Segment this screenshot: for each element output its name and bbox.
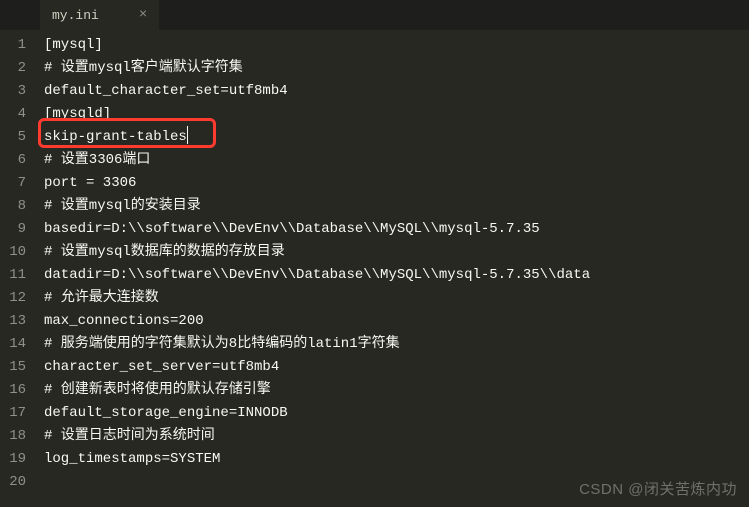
line-number: 11 xyxy=(4,264,26,287)
code-line[interactable]: # 设置mysql的安装目录 xyxy=(44,195,741,218)
code-line[interactable]: # 允许最大连接数 xyxy=(44,287,741,310)
code-line[interactable]: skip-grant-tables xyxy=(44,126,741,149)
code-line[interactable]: port = 3306 xyxy=(44,172,741,195)
line-number: 12 xyxy=(4,287,26,310)
code-line[interactable]: default_storage_engine=INNODB xyxy=(44,402,741,425)
line-number: 10 xyxy=(4,241,26,264)
code-line[interactable]: # 设置3306端口 xyxy=(44,149,741,172)
tab-filename: my.ini xyxy=(52,8,99,23)
code-line[interactable]: basedir=D:\\software\\DevEnv\\Database\\… xyxy=(44,218,741,241)
code-line[interactable]: # 设置日志时间为系统时间 xyxy=(44,425,741,448)
code-line[interactable]: [mysqld] xyxy=(44,103,741,126)
line-number: 7 xyxy=(4,172,26,195)
file-tab[interactable]: my.ini × xyxy=(40,0,159,30)
code-line[interactable]: # 设置mysql数据库的数据的存放目录 xyxy=(44,241,741,264)
line-number: 3 xyxy=(4,80,26,103)
line-number: 16 xyxy=(4,379,26,402)
line-number: 13 xyxy=(4,310,26,333)
code-line[interactable]: default_character_set=utf8mb4 xyxy=(44,80,741,103)
line-number: 9 xyxy=(4,218,26,241)
text-cursor xyxy=(187,126,188,144)
code-line[interactable]: character_set_server=utf8mb4 xyxy=(44,356,741,379)
line-number: 14 xyxy=(4,333,26,356)
code-line[interactable]: # 设置mysql客户端默认字符集 xyxy=(44,57,741,80)
line-number: 8 xyxy=(4,195,26,218)
close-icon[interactable]: × xyxy=(139,7,147,23)
code-line[interactable]: [mysql] xyxy=(44,34,741,57)
line-number: 1 xyxy=(4,34,26,57)
line-number-gutter: 1234567891011121314151617181920 xyxy=(0,30,36,507)
line-number: 2 xyxy=(4,57,26,80)
code-line[interactable]: log_timestamps=SYSTEM xyxy=(44,448,741,471)
line-number: 20 xyxy=(4,471,26,494)
code-line[interactable]: # 服务端使用的字符集默认为8比特编码的latin1字符集 xyxy=(44,333,741,356)
tab-bar: my.ini × xyxy=(0,0,749,30)
line-number: 17 xyxy=(4,402,26,425)
line-number: 15 xyxy=(4,356,26,379)
code-line[interactable]: max_connections=200 xyxy=(44,310,741,333)
line-number: 18 xyxy=(4,425,26,448)
code-line[interactable]: # 创建新表时将使用的默认存储引擎 xyxy=(44,379,741,402)
code-content[interactable]: [mysql]# 设置mysql客户端默认字符集default_characte… xyxy=(36,30,749,507)
line-number: 5 xyxy=(4,126,26,149)
line-number: 4 xyxy=(4,103,26,126)
line-number: 19 xyxy=(4,448,26,471)
editor-area[interactable]: 1234567891011121314151617181920 [mysql]#… xyxy=(0,30,749,507)
line-number: 6 xyxy=(4,149,26,172)
code-line[interactable]: datadir=D:\\software\\DevEnv\\Database\\… xyxy=(44,264,741,287)
